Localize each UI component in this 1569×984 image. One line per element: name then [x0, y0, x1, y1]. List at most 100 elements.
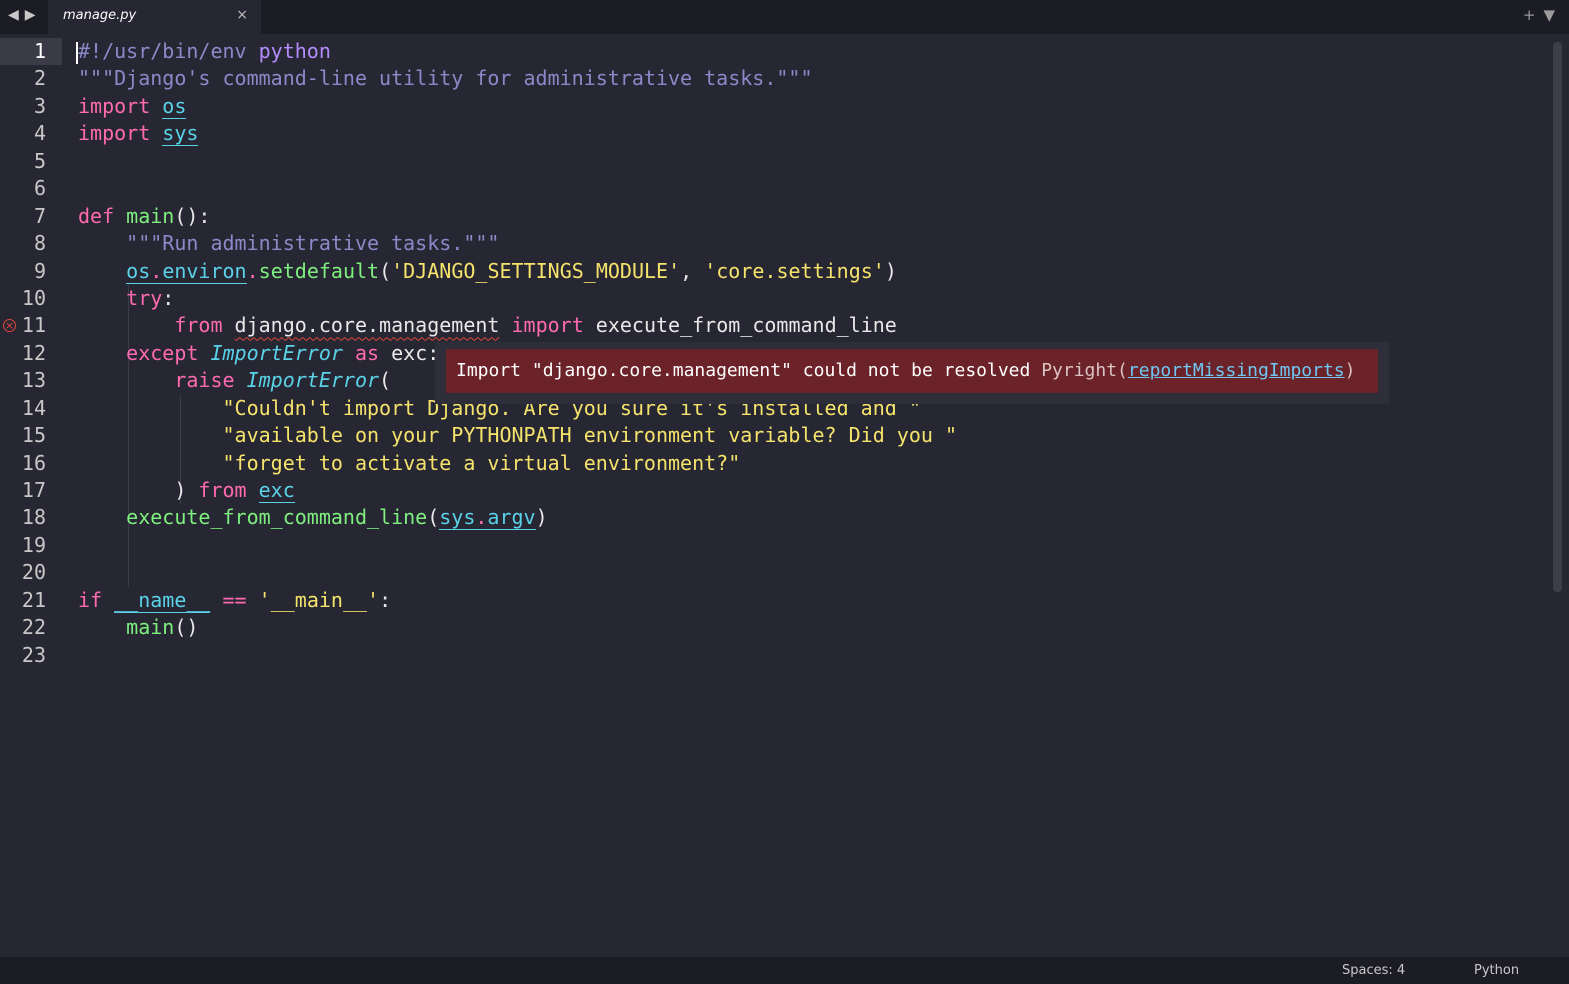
line-number: 20 [21, 560, 46, 585]
line-number: 8 [33, 231, 46, 256]
unresolved-import[interactable]: django.core.management [235, 313, 500, 337]
line-number: 14 [21, 395, 46, 420]
syntax-language[interactable]: Python [1474, 963, 1519, 978]
line-number: 21 [21, 587, 46, 612]
code-line-8: """Run administrative tasks.""" [78, 230, 957, 257]
line-number: 3 [33, 93, 46, 118]
new-tab-icon[interactable]: + [1523, 6, 1536, 24]
tab-actions: + ▼ [1515, 6, 1555, 24]
code-token: 'core.settings' [704, 258, 885, 283]
code-token: "forget to activate a virtual environmen… [222, 450, 741, 475]
code-token: ) [535, 505, 548, 530]
code-token: """Django's command-line utility for adm… [78, 66, 813, 91]
code-token: ImportError [210, 340, 343, 365]
back-arrow-icon[interactable]: ◀ [8, 7, 19, 23]
code-token: main [126, 615, 175, 640]
code-token: from [174, 313, 223, 338]
code-token: as [354, 340, 380, 365]
code-token: ) [884, 258, 897, 283]
code-line-21: if __name__ == '__main__': [78, 587, 957, 614]
tab-menu-icon[interactable]: ▼ [1543, 6, 1555, 24]
line-number: 5 [33, 148, 46, 173]
code-token: ( [379, 368, 392, 393]
line-number: 23 [21, 642, 46, 667]
code-token: os [162, 93, 187, 119]
line-number: 16 [21, 450, 46, 475]
line-number: 7 [33, 203, 46, 228]
line-number: 19 [21, 532, 46, 557]
code-token: """Run administrative tasks.""" [126, 231, 500, 256]
code-token: argv [487, 505, 536, 531]
code-token: import [511, 313, 584, 338]
line-number: 17 [21, 478, 46, 502]
code-token: raise [174, 368, 235, 393]
code-token: sys [439, 505, 476, 531]
code-token: execute_from_command_line [126, 505, 428, 530]
code-token: , [680, 258, 705, 283]
code-token: __name__ [114, 587, 211, 613]
tab-title: manage.py [63, 8, 137, 23]
code-token: import [78, 93, 151, 118]
code-token: '__main__' [258, 587, 380, 612]
diagnostic-message: Import "django.core.management" could no… [456, 360, 1031, 381]
line-number: 18 [21, 505, 46, 530]
line-number: 6 [33, 176, 46, 201]
code-token: def [78, 203, 115, 228]
vertical-scrollbar[interactable] [1553, 42, 1562, 592]
code-editor[interactable]: 1 2 3 4 5 6 7 8 9 10 × 11 12 13 14 15 16 … [0, 38, 1552, 956]
code-line-9: os.environ.setdefault('DJANGO_SETTINGS_M… [78, 258, 957, 285]
code-token: from [198, 478, 247, 502]
line-number: 2 [33, 66, 46, 91]
close-icon[interactable]: × [236, 7, 248, 23]
code-token: execute_from_command_line [595, 313, 897, 338]
diagnostic-tooltip: Import "django.core.management" could no… [435, 342, 1389, 404]
line-number: 22 [21, 615, 46, 640]
code-line-7: def main(): [78, 203, 957, 230]
forward-arrow-icon[interactable]: ▶ [25, 7, 36, 23]
tab-navigation: ◀ ▶ [8, 7, 42, 23]
code-token: python [258, 39, 331, 63]
indentation-setting[interactable]: Spaces: 4 [1342, 963, 1405, 978]
code-token: () [174, 615, 199, 640]
line-number: 15 [21, 423, 46, 448]
code-token: "available on your PYTHONPATH environmen… [222, 423, 958, 448]
code-line-22: main() [78, 614, 957, 641]
code-token: == [222, 587, 247, 612]
code-token: . [246, 258, 259, 283]
diagnostic-message-box: Import "django.core.management" could no… [446, 349, 1378, 393]
code-token: except [126, 340, 199, 365]
code-line-10: try: [78, 285, 957, 312]
code-line-4: import sys [78, 120, 957, 147]
code-token: exc [258, 478, 295, 503]
status-bar: Spaces: 4 Python [0, 957, 1569, 984]
line-number: 13 [21, 368, 46, 393]
code-token: setdefault [258, 258, 380, 283]
code-token: environ [162, 258, 247, 284]
code-line-1: #!/usr/bin/env python [76, 38, 957, 65]
diagnostic-source: Pyright( [1041, 360, 1128, 381]
code-line-11: from django.core.management import execu… [78, 312, 957, 339]
code-token: sys [162, 121, 199, 147]
tab-manage-py[interactable]: manage.py × [48, 0, 261, 34]
code-token: ( [379, 258, 392, 283]
diagnostic-close-paren: ) [1344, 360, 1356, 381]
code-token: os [126, 258, 151, 284]
code-line-16: "forget to activate a virtual environmen… [78, 450, 957, 477]
code-line-18: execute_from_command_line(sys.argv) [78, 504, 957, 531]
line-number: 9 [33, 258, 46, 283]
code-token: (): [174, 203, 211, 228]
diagnostic-rule-link[interactable]: reportMissingImports [1128, 360, 1345, 381]
line-number: 4 [33, 121, 46, 146]
code-token: : [162, 285, 175, 310]
code-line-15: "available on your PYTHONPATH environmen… [78, 422, 958, 449]
code-token: #!/usr/bin/env [78, 39, 259, 63]
code-token: import [78, 121, 151, 146]
error-icon[interactable]: × [3, 319, 16, 333]
code-token: if [78, 587, 103, 612]
code-token: : [379, 587, 392, 612]
